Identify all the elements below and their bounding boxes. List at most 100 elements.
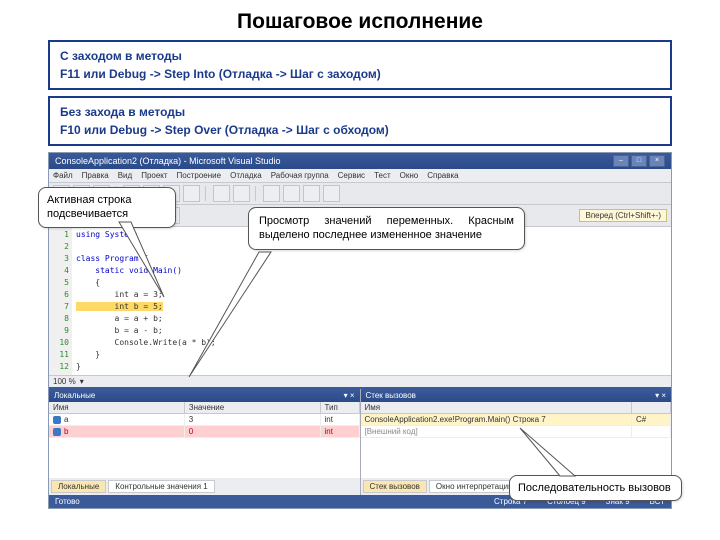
step-into-heading: С заходом в методы — [60, 47, 660, 65]
forward-tooltip: Вперед (Ctrl+Shift+-) — [579, 209, 667, 222]
minimize-button[interactable]: – — [613, 155, 629, 167]
locals-row-changed[interactable]: b 0 int — [49, 426, 360, 438]
panel-buttons[interactable]: ▾ × — [344, 391, 355, 400]
tab-locals[interactable]: Локальные — [51, 480, 106, 493]
callstack-row-external[interactable]: [Внешний код] — [361, 426, 672, 438]
toolbar-button[interactable] — [263, 185, 280, 202]
zoom-bar: 100 % ▾ — [49, 375, 671, 387]
step-over-desc: F10 или Debug -> Step Over (Отладка -> Ш… — [60, 121, 660, 139]
line-number: 3 — [49, 253, 69, 265]
status-ready: Готово — [55, 497, 80, 506]
frame-name: ConsoleApplication2.exe!Program.Main() С… — [361, 414, 633, 425]
menu-item[interactable]: Сервис — [338, 171, 365, 180]
var-value: 0 — [185, 426, 321, 437]
col-type[interactable]: Тип — [321, 402, 360, 413]
step-over-heading: Без захода в методы — [60, 103, 660, 121]
frame-lang: C# — [632, 414, 671, 425]
code-line-active: int b = 5; — [76, 302, 163, 311]
var-value: 3 — [185, 414, 321, 425]
menu-item[interactable]: Справка — [427, 171, 458, 180]
menu-item[interactable]: Правка — [82, 171, 109, 180]
code-line: } — [76, 362, 81, 371]
toolbar-button[interactable] — [283, 185, 300, 202]
code-line: { — [76, 278, 100, 287]
frame-name: [Внешний код] — [361, 426, 633, 437]
tab-immediate[interactable]: Окно интерпретации — [429, 480, 520, 493]
menu-item[interactable]: Отладка — [230, 171, 262, 180]
callout-callstack: Последовательность вызовов — [509, 475, 682, 501]
frame-lang — [632, 426, 671, 437]
close-button[interactable]: × — [649, 155, 665, 167]
zoom-value[interactable]: 100 % — [53, 377, 76, 386]
menu-item[interactable]: Вид — [118, 171, 132, 180]
line-gutter: 1 2 3 4 5 6 7 8 9 10 11 12 — [49, 227, 72, 375]
locals-title: Локальные — [54, 391, 95, 400]
var-name: a — [64, 415, 68, 424]
var-type: int — [321, 414, 360, 425]
line-number: 8 — [49, 313, 69, 325]
maximize-button[interactable]: □ — [631, 155, 647, 167]
toolbar-separator — [205, 186, 208, 201]
toolbar-button[interactable] — [303, 185, 320, 202]
line-number: 9 — [49, 325, 69, 337]
menu-item[interactable]: Окно — [400, 171, 419, 180]
locals-columns: Имя Значение Тип — [49, 402, 360, 414]
toolbar-button[interactable] — [213, 185, 230, 202]
line-number: 1 — [49, 229, 69, 241]
chevron-down-icon[interactable]: ▾ — [80, 377, 84, 386]
col-lang[interactable] — [632, 402, 671, 413]
menu-item[interactable]: Файл — [53, 171, 73, 180]
callout-variables: Просмотр значений переменных. Красным вы… — [248, 207, 525, 250]
callout-text: Активная строка подсвечивается — [47, 194, 131, 220]
col-name[interactable]: Имя — [361, 402, 633, 413]
window-caption-buttons: – □ × — [613, 155, 665, 167]
callstack-panel-header: Стек вызовов ▾ × — [361, 389, 672, 402]
line-number: 10 — [49, 337, 69, 349]
window-titlebar: ConsoleApplication2 (Отладка) - Microsof… — [49, 153, 671, 169]
line-number: 2 — [49, 241, 69, 253]
var-name: b — [64, 427, 68, 436]
callout-text: Последовательность вызовов — [518, 482, 671, 494]
line-number: 11 — [49, 349, 69, 361]
callout-active-line: Активная строка подсвечивается — [38, 187, 176, 228]
step-over-box: Без захода в методы F10 или Debug -> Ste… — [48, 96, 672, 146]
step-into-desc: F11 или Debug -> Step Into (Отладка -> Ш… — [60, 65, 660, 83]
code-line: a = a + b; — [76, 314, 163, 323]
menu-item[interactable]: Рабочая группа — [271, 171, 329, 180]
ide-screenshot-wrap: ConsoleApplication2 (Отладка) - Microsof… — [48, 152, 672, 509]
locals-panel-header: Локальные ▾ × — [49, 389, 360, 402]
variable-icon — [53, 416, 61, 424]
window-title-text: ConsoleApplication2 (Отладка) - Microsof… — [55, 156, 281, 166]
callstack-title: Стек вызовов — [366, 391, 416, 400]
tab-callstack[interactable]: Стек вызовов — [363, 480, 427, 493]
callout-text: Просмотр значений переменных. Красным вы… — [259, 215, 514, 241]
variable-icon — [53, 428, 61, 436]
code-line: } — [76, 350, 100, 359]
page-title: Пошаговое исполнение — [0, 0, 720, 40]
col-value[interactable]: Значение — [185, 402, 321, 413]
callstack-columns: Имя — [361, 402, 672, 414]
var-type: int — [321, 426, 360, 437]
locals-tabs: Локальные Контрольные значения 1 — [49, 478, 360, 495]
locals-panel: Локальные ▾ × Имя Значение Тип a 3 int b … — [49, 389, 361, 495]
toolbar-button[interactable] — [323, 185, 340, 202]
col-name[interactable]: Имя — [49, 402, 185, 413]
menu-item[interactable]: Построение — [177, 171, 222, 180]
tab-watch[interactable]: Контрольные значения 1 — [108, 480, 214, 493]
code-line: b = a - b; — [76, 326, 163, 335]
menu-item[interactable]: Тест — [374, 171, 391, 180]
locals-row[interactable]: a 3 int — [49, 414, 360, 426]
line-number: 6 — [49, 289, 69, 301]
line-number: 7 — [49, 301, 69, 313]
line-number: 5 — [49, 277, 69, 289]
step-into-box: С заходом в методы F11 или Debug -> Step… — [48, 40, 672, 90]
line-number: 12 — [49, 361, 69, 373]
menu-item[interactable]: Проект — [141, 171, 167, 180]
toolbar-separator — [255, 186, 258, 201]
panel-buttons[interactable]: ▾ × — [655, 391, 666, 400]
toolbar-button[interactable] — [233, 185, 250, 202]
line-number: 4 — [49, 265, 69, 277]
menu-bar: Файл Правка Вид Проект Построение Отладк… — [49, 169, 671, 183]
toolbar-button[interactable] — [183, 185, 200, 202]
callstack-row[interactable]: ConsoleApplication2.exe!Program.Main() С… — [361, 414, 672, 426]
